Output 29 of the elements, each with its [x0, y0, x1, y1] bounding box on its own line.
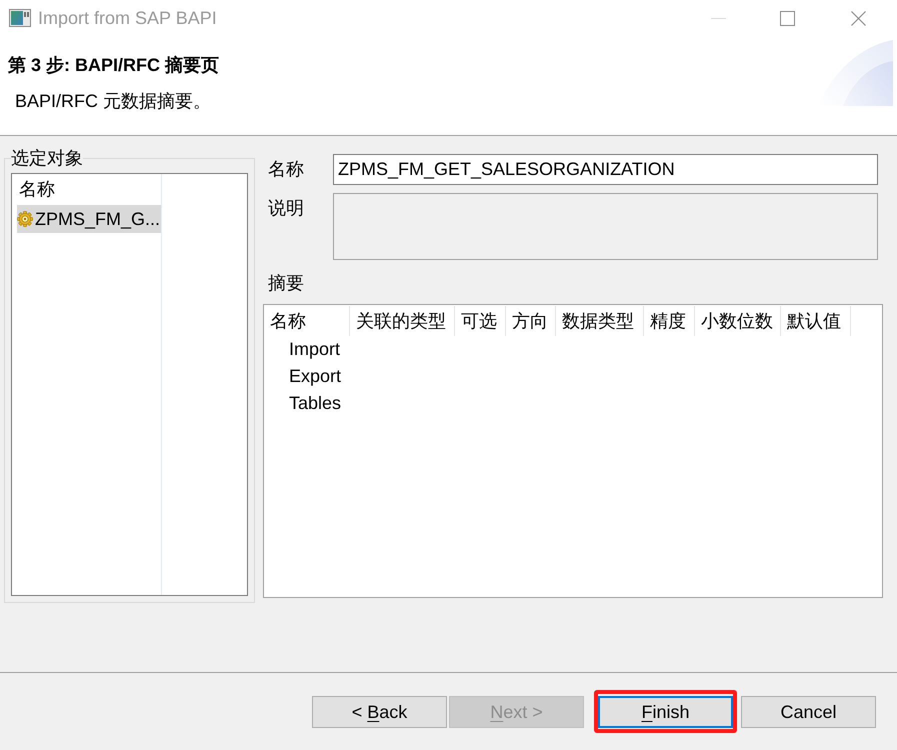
maximize-icon: [780, 10, 794, 26]
wizard-button[interactable]: < Back: [312, 696, 447, 728]
tree-item[interactable]: Import: [264, 336, 340, 363]
column-header[interactable]: 关联的类型: [350, 306, 455, 336]
summary-label: 摘要: [267, 272, 305, 294]
tree-item[interactable]: Export: [264, 363, 342, 390]
field-label: 说明: [267, 197, 305, 220]
gear-icon: [17, 211, 33, 227]
group-label: 选定对象: [11, 148, 83, 168]
wizard-button[interactable]: Finish: [598, 696, 733, 728]
window-icon: [9, 9, 31, 27]
wizard-button[interactable]: Cancel: [741, 696, 876, 728]
column-header[interactable]: 名称: [12, 174, 161, 205]
column-header[interactable]: 精度: [644, 306, 695, 336]
close-icon: [850, 10, 866, 26]
column-header[interactable]: 名称: [264, 306, 350, 336]
column-header[interactable]: 数据类型: [556, 306, 644, 336]
page-title: 第 3 步: BAPI/RFC 摘要页: [8, 54, 220, 77]
description-field[interactable]: [333, 193, 878, 260]
column-header[interactable]: 小数位数: [695, 306, 781, 336]
window-title: Import from SAP BAPI: [38, 7, 217, 30]
field-label: 名称: [267, 158, 305, 181]
list-item[interactable]: ZPMS_FM_G...: [17, 205, 161, 233]
name-field[interactable]: ZPMS_FM_GET_SALESORGANIZATION: [333, 154, 878, 185]
page-description: BAPI/RFC 元数据摘要。: [15, 90, 212, 113]
column-header[interactable]: 方向: [506, 306, 556, 336]
tree-item[interactable]: Tables: [264, 390, 342, 417]
column-header[interactable]: 默认值: [781, 306, 851, 336]
column-header[interactable]: 可选: [455, 306, 506, 336]
